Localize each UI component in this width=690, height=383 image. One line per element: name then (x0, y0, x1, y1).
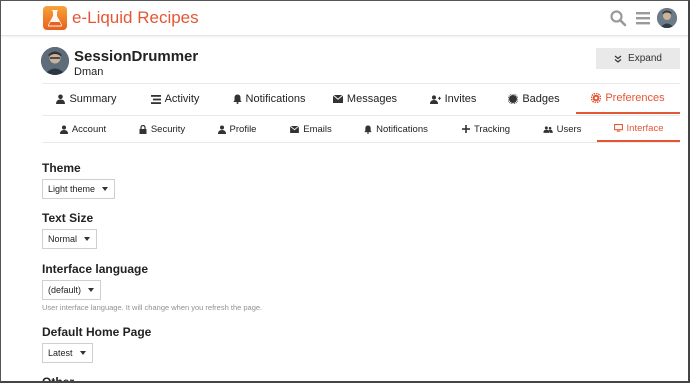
site-header: e-Liquid Recipes (1, 1, 688, 36)
subtab-security[interactable]: Security (138, 116, 186, 142)
tab-label: Invites (444, 93, 477, 105)
caret-down-icon (88, 288, 95, 292)
interface-language-help: User interface language. It will change … (42, 303, 263, 312)
site-logo-icon[interactable] (43, 6, 67, 30)
app-window: e-Liquid Recipes SessionDrummer Dman Exp… (0, 0, 690, 383)
subtab-label: Account (71, 123, 107, 135)
subtab-account[interactable]: Account (56, 116, 110, 142)
lock-icon (139, 124, 147, 134)
subtab-emails[interactable]: Emails (290, 116, 332, 142)
subtab-interface[interactable]: Interface (597, 116, 680, 142)
envelope-icon (290, 125, 300, 133)
subtab-label: Notifications (376, 123, 428, 135)
user-icon (56, 94, 66, 104)
tab-activity[interactable]: Activity (142, 84, 208, 114)
tab-label: Badges (522, 93, 560, 105)
theme-select-value: Light theme (48, 184, 96, 194)
tab-summary[interactable]: Summary (42, 84, 131, 114)
envelope-icon (332, 95, 343, 103)
tab-messages[interactable]: Messages (331, 84, 399, 114)
tab-label: Preferences (605, 92, 665, 104)
user-primary-nav: Summary Activity Notifications Messages … (42, 83, 680, 114)
desktop-icon (613, 124, 623, 132)
text-size-select[interactable]: Normal (42, 229, 98, 249)
interface-language-select-value: (default) (48, 285, 82, 295)
subtab-tracking[interactable]: Tracking (461, 116, 511, 142)
tab-label: Notifications (245, 93, 306, 105)
tab-label: Messages (346, 93, 398, 105)
stream-icon (150, 94, 161, 104)
theme-select[interactable]: Light theme (42, 179, 116, 199)
search-icon[interactable] (609, 9, 627, 27)
subtab-profile[interactable]: Profile (215, 116, 259, 142)
tab-notifications[interactable]: Notifications (224, 84, 314, 114)
tab-label: Summary (69, 93, 117, 105)
expand-label: Expand (628, 53, 662, 64)
tab-label: Activity (164, 93, 200, 105)
subtab-label: Security (150, 123, 186, 135)
bell-icon (232, 94, 242, 104)
site-title[interactable]: e-Liquid Recipes (72, 8, 199, 28)
caret-down-icon (84, 237, 91, 241)
hamburger-menu-icon[interactable] (634, 9, 652, 27)
text-size-label: Text Size (42, 211, 94, 225)
bell-icon (364, 125, 372, 134)
user-avatar[interactable] (41, 47, 69, 75)
default-home-page-label: Default Home Page (42, 325, 152, 339)
subtab-label: Tracking (473, 123, 511, 135)
user-full-name: Dman (74, 66, 104, 78)
user-icon (217, 125, 226, 134)
tab-invites[interactable]: Invites (427, 84, 479, 114)
interface-language-select[interactable]: (default) (42, 280, 102, 300)
cog-icon (591, 93, 602, 103)
double-chevron-down-icon (614, 55, 622, 63)
tab-badges[interactable]: Badges (508, 84, 560, 114)
expand-button[interactable]: Expand (596, 48, 680, 69)
users-icon (543, 125, 553, 133)
preferences-subnav: Account Security Profile Emails Notifica… (42, 115, 680, 143)
username: SessionDrummer (74, 48, 199, 65)
other-label: Other (42, 375, 75, 383)
theme-label: Theme (42, 161, 81, 175)
certificate-icon (508, 94, 519, 104)
user-plus-icon (429, 94, 441, 104)
subtab-label: Users (556, 123, 582, 135)
user-icon (59, 125, 68, 134)
caret-down-icon (79, 351, 86, 355)
default-home-page-select[interactable]: Latest (42, 343, 93, 363)
tab-preferences[interactable]: Preferences (576, 84, 680, 114)
interface-language-label: Interface language (42, 262, 149, 276)
subtab-label: Interface (626, 122, 664, 134)
plus-icon (461, 125, 470, 133)
caret-down-icon (102, 187, 109, 191)
current-user-avatar[interactable] (657, 8, 677, 28)
subtab-label: Emails (303, 123, 332, 135)
text-size-select-value: Normal (48, 234, 78, 244)
default-home-page-select-value: Latest (48, 348, 73, 358)
subtab-label: Profile (229, 123, 257, 135)
subtab-notifications[interactable]: Notifications (364, 116, 428, 142)
subtab-users[interactable]: Users (542, 116, 582, 142)
